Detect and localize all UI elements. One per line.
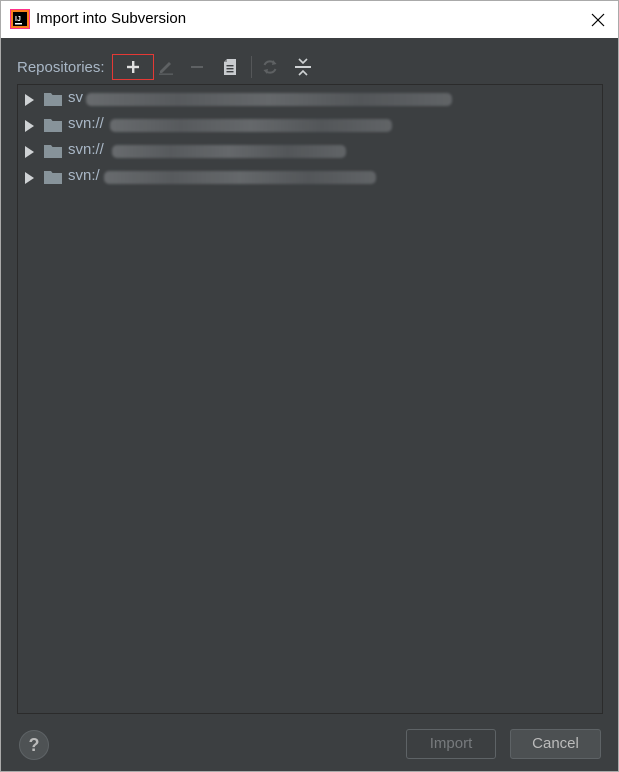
intellij-app-icon: IJ bbox=[10, 9, 30, 29]
folder-icon bbox=[44, 171, 62, 184]
tree-node-repository[interactable]: sv bbox=[18, 87, 598, 111]
clipboard-icon bbox=[224, 59, 236, 75]
collapse-icon bbox=[295, 58, 311, 76]
repositories-toolbar: Repositories: bbox=[1, 51, 618, 83]
repository-url: svn:// bbox=[68, 141, 104, 158]
obscured-url-region bbox=[110, 119, 392, 132]
import-button[interactable]: Import bbox=[406, 729, 496, 759]
expand-arrow-icon[interactable] bbox=[24, 94, 34, 106]
repositories-label: Repositories: bbox=[17, 59, 105, 76]
repository-url: svn:/ bbox=[68, 167, 100, 184]
folder-icon bbox=[44, 145, 62, 158]
remove-repository-button[interactable] bbox=[182, 54, 212, 80]
minus-icon bbox=[191, 66, 203, 68]
browse-changes-button[interactable] bbox=[215, 54, 245, 80]
cancel-button[interactable]: Cancel bbox=[510, 729, 601, 759]
obscured-url-region bbox=[104, 171, 376, 184]
obscured-url-region bbox=[112, 145, 346, 158]
plus-icon bbox=[127, 61, 139, 73]
expand-arrow-icon[interactable] bbox=[24, 120, 34, 132]
repository-url: sv bbox=[68, 89, 83, 106]
close-icon[interactable] bbox=[587, 9, 609, 31]
title-bar: IJ Import into Subversion bbox=[1, 1, 618, 38]
tree-node-repository[interactable]: svn:/ bbox=[18, 165, 598, 189]
svg-text:IJ: IJ bbox=[15, 16, 21, 23]
add-repository-button[interactable] bbox=[112, 54, 154, 80]
collapse-all-button[interactable] bbox=[288, 54, 318, 80]
help-button[interactable]: ? bbox=[19, 730, 49, 760]
tree-node-repository[interactable]: svn:// bbox=[18, 113, 598, 137]
expand-arrow-icon[interactable] bbox=[24, 146, 34, 158]
edit-repository-button[interactable] bbox=[151, 54, 181, 80]
refresh-button[interactable] bbox=[255, 54, 285, 80]
refresh-icon bbox=[263, 60, 277, 74]
expand-arrow-icon[interactable] bbox=[24, 172, 34, 184]
window-title: Import into Subversion bbox=[36, 10, 187, 27]
pencil-icon bbox=[159, 62, 173, 75]
folder-icon bbox=[44, 93, 62, 106]
toolbar-separator bbox=[251, 56, 252, 78]
repository-url: svn:// bbox=[68, 115, 104, 132]
tree-node-repository[interactable]: svn:// bbox=[18, 139, 598, 163]
import-dialog: IJ Import into Subversion Repositories: bbox=[0, 0, 619, 772]
folder-icon bbox=[44, 119, 62, 132]
obscured-url-region bbox=[86, 93, 452, 106]
repository-tree[interactable]: sv svn:// svn:// svn:/ bbox=[17, 84, 603, 714]
